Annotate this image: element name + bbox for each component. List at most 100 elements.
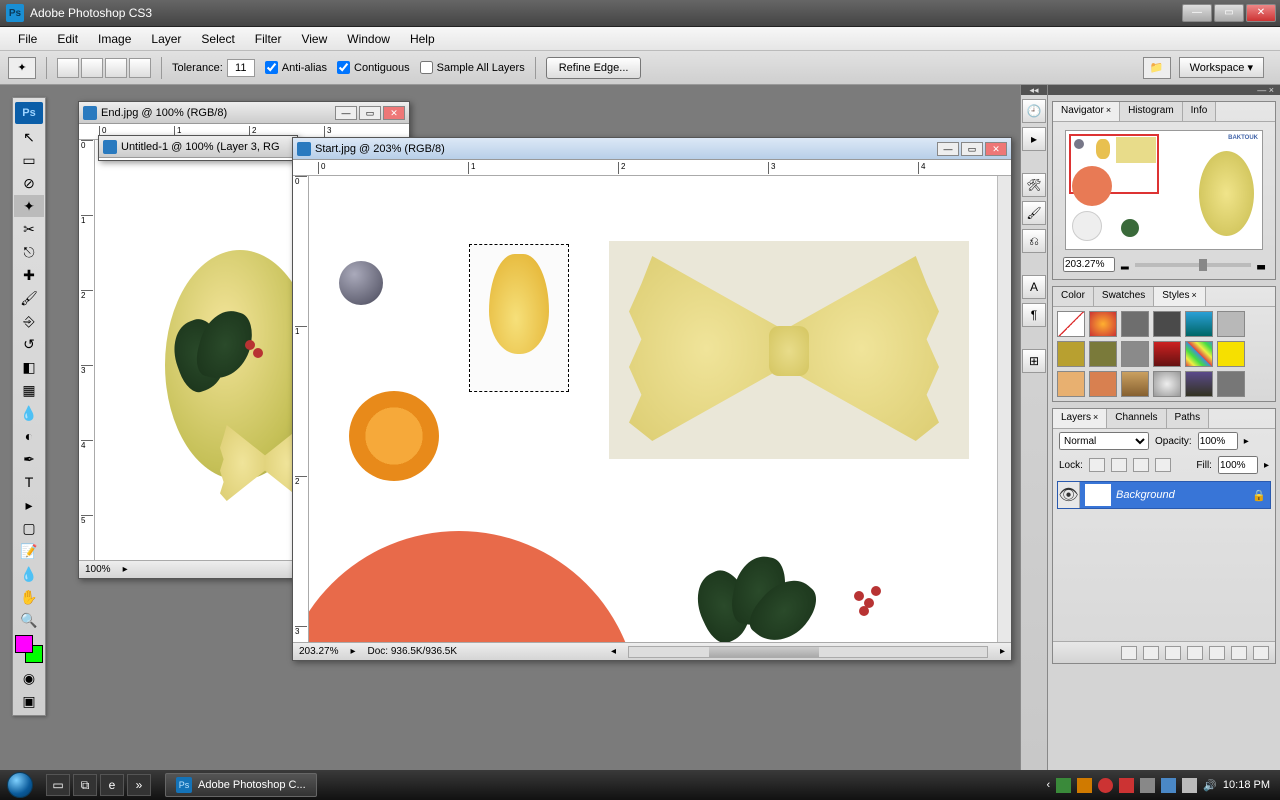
marquee-tool[interactable]: ▭ — [14, 149, 44, 171]
tab-color[interactable]: Color — [1053, 287, 1094, 306]
clone-stamp-tool[interactable]: ⎆ — [14, 310, 44, 332]
style-swatch[interactable] — [1153, 371, 1181, 397]
menu-view[interactable]: View — [291, 29, 337, 49]
selection-subtract-icon[interactable] — [105, 58, 127, 78]
quick-mask-icon[interactable]: ◉ — [14, 667, 44, 689]
chevron-icon[interactable]: » — [127, 774, 151, 796]
tab-layers[interactable]: Layers× — [1053, 409, 1107, 428]
doc-close-button[interactable]: ✕ — [383, 106, 405, 120]
tray-chevron-icon[interactable]: ‹ — [1047, 779, 1051, 791]
path-selection-tool[interactable]: ▸ — [14, 494, 44, 516]
tray-icon[interactable] — [1098, 778, 1113, 793]
tab-info[interactable]: Info — [1183, 102, 1217, 121]
tray-icon[interactable] — [1077, 778, 1092, 793]
history-panel-icon[interactable]: 🕘 — [1022, 99, 1046, 123]
history-brush-tool[interactable]: ↺ — [14, 333, 44, 355]
tool-presets-icon[interactable]: 🛠 — [1022, 173, 1046, 197]
go-to-bridge-icon[interactable]: 📁 — [1143, 57, 1171, 79]
opacity-input[interactable] — [1198, 432, 1238, 450]
document-titlebar[interactable]: Untitled-1 @ 100% (Layer 3, RG — [99, 136, 297, 158]
document-titlebar[interactable]: Start.jpg @ 203% (RGB/8) — ▭ ✕ — [293, 138, 1011, 160]
style-swatch[interactable] — [1089, 371, 1117, 397]
selection-new-icon[interactable] — [57, 58, 79, 78]
navigator-thumbnail[interactable]: BAKTOUK — [1065, 130, 1263, 250]
crop-tool[interactable]: ✂ — [14, 218, 44, 240]
ie-icon[interactable]: e — [100, 774, 124, 796]
refine-edge-button[interactable]: Refine Edge... — [546, 57, 642, 79]
tolerance-input[interactable] — [227, 59, 255, 77]
volume-icon[interactable]: 🔊 — [1203, 779, 1217, 792]
doc-minimize-button[interactable]: — — [335, 106, 357, 120]
doc-maximize-button[interactable]: ▭ — [961, 142, 983, 156]
style-swatch[interactable] — [1121, 311, 1149, 337]
style-swatch[interactable] — [1121, 371, 1149, 397]
style-swatch[interactable] — [1089, 341, 1117, 367]
style-swatch[interactable] — [1057, 341, 1085, 367]
tab-swatches[interactable]: Swatches — [1094, 287, 1154, 306]
new-layer-icon[interactable] — [1231, 646, 1247, 660]
selection-add-icon[interactable] — [81, 58, 103, 78]
shape-tool[interactable]: ▢ — [14, 517, 44, 539]
lock-position-icon[interactable] — [1133, 458, 1149, 472]
style-swatch[interactable] — [1217, 341, 1245, 367]
show-desktop-icon[interactable]: ▭ — [46, 774, 70, 796]
scrollbar-vertical[interactable] — [997, 176, 1011, 642]
style-swatch[interactable] — [1121, 341, 1149, 367]
taskbar-app-photoshop[interactable]: Ps Adobe Photoshop C... — [165, 773, 317, 797]
eraser-tool[interactable]: ◧ — [14, 356, 44, 378]
visibility-toggle-icon[interactable]: 👁 — [1058, 482, 1080, 508]
menu-window[interactable]: Window — [337, 29, 400, 49]
style-swatch[interactable] — [1185, 311, 1213, 337]
eyedropper-tool[interactable]: 💧 — [14, 563, 44, 585]
style-swatch[interactable] — [1153, 341, 1181, 367]
layer-thumbnail[interactable] — [1085, 484, 1111, 506]
style-none[interactable] — [1057, 311, 1085, 337]
tray-icon[interactable] — [1056, 778, 1071, 793]
style-swatch[interactable] — [1089, 311, 1117, 337]
network-icon[interactable] — [1161, 778, 1176, 793]
switch-windows-icon[interactable]: ⧉ — [73, 774, 97, 796]
type-tool[interactable]: T — [14, 471, 44, 493]
style-swatch[interactable] — [1057, 371, 1085, 397]
sample-all-layers-checkbox[interactable]: Sample All Layers — [420, 61, 525, 74]
style-swatch[interactable] — [1217, 311, 1245, 337]
layer-style-icon[interactable] — [1143, 646, 1159, 660]
layer-comps-icon[interactable]: ⊞ — [1022, 349, 1046, 373]
clock[interactable]: 10:18 PM — [1223, 779, 1270, 791]
menu-help[interactable]: Help — [400, 29, 445, 49]
contiguous-checkbox[interactable]: Contiguous — [337, 61, 410, 74]
zoom-slider[interactable] — [1135, 263, 1252, 267]
lock-transparency-icon[interactable] — [1089, 458, 1105, 472]
link-layers-icon[interactable] — [1121, 646, 1137, 660]
status-arrow-icon[interactable]: ▸ — [350, 646, 355, 657]
notes-tool[interactable]: 📝 — [14, 540, 44, 562]
style-swatch[interactable] — [1217, 371, 1245, 397]
doc-minimize-button[interactable]: — — [937, 142, 959, 156]
menu-select[interactable]: Select — [191, 29, 244, 49]
current-tool-icon[interactable]: ✦ — [8, 57, 36, 79]
paragraph-panel-icon[interactable]: ¶ — [1022, 303, 1046, 327]
zoom-out-icon[interactable]: ▂ — [1121, 259, 1129, 270]
navigator-zoom-input[interactable] — [1063, 257, 1115, 272]
lock-all-icon[interactable] — [1155, 458, 1171, 472]
tray-icon[interactable] — [1140, 778, 1155, 793]
style-swatch[interactable] — [1185, 371, 1213, 397]
clone-source-icon[interactable]: ⎌ — [1022, 229, 1046, 253]
style-swatch[interactable] — [1153, 311, 1181, 337]
character-panel-icon[interactable]: A — [1022, 275, 1046, 299]
layer-mask-icon[interactable] — [1165, 646, 1181, 660]
group-icon[interactable] — [1209, 646, 1225, 660]
status-arrow-icon[interactable]: ▸ — [123, 564, 128, 575]
zoom-readout[interactable]: 203.27% — [299, 646, 338, 657]
gradient-tool[interactable]: ▦ — [14, 379, 44, 401]
tab-paths[interactable]: Paths — [1167, 409, 1210, 428]
actions-panel-icon[interactable]: ▸ — [1022, 127, 1046, 151]
scroll-right-icon[interactable]: ▸ — [1000, 646, 1005, 657]
menu-layer[interactable]: Layer — [141, 29, 191, 49]
selection-intersect-icon[interactable] — [129, 58, 151, 78]
scroll-left-icon[interactable]: ◂ — [611, 646, 616, 657]
magic-wand-tool[interactable]: ✦ — [14, 195, 44, 217]
zoom-tool[interactable]: 🔍 — [14, 609, 44, 631]
style-swatch[interactable] — [1185, 341, 1213, 367]
delete-layer-icon[interactable] — [1253, 646, 1269, 660]
